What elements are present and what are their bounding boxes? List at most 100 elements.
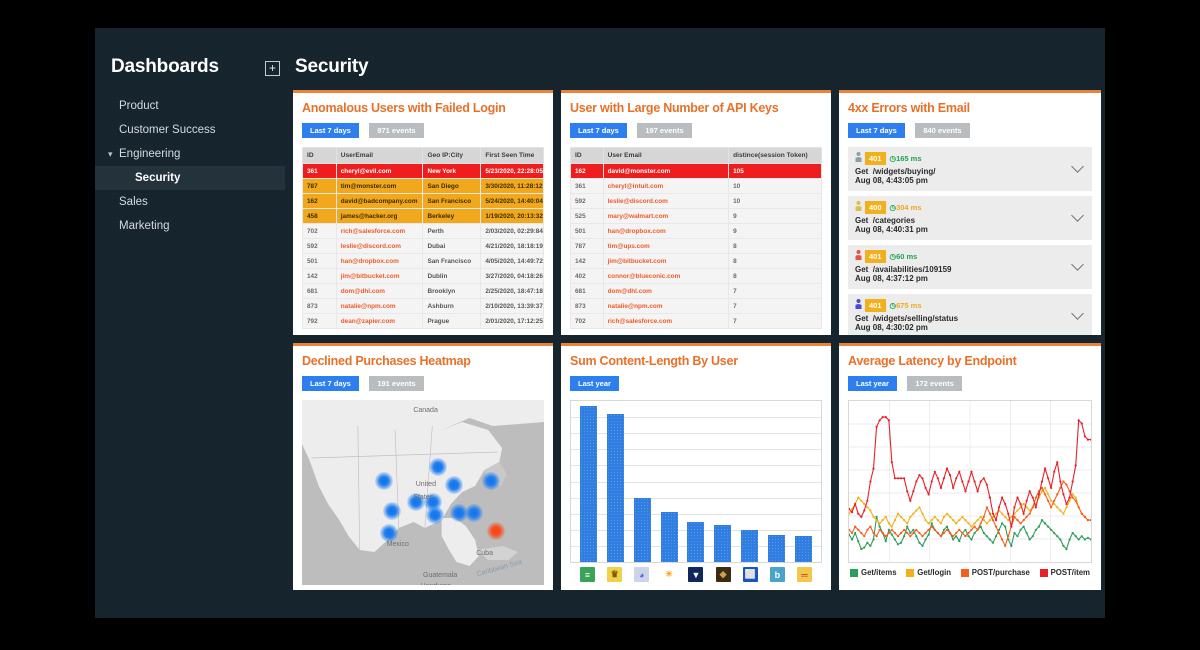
dashboard-window: Dashboards Product Customer Success ▾ Engin… xyxy=(95,28,1105,618)
table-row[interactable]: 681 dom@dhl.com Brooklyn 2/25/2020, 18:47:1… xyxy=(302,283,544,299)
bar[interactable] xyxy=(794,536,812,562)
cell-id: 681 xyxy=(570,283,604,299)
visa-icon[interactable]: ═ xyxy=(796,567,812,582)
user-avatar-icon xyxy=(855,299,862,312)
table-row[interactable]: 702 rich@salesforce.com 7 xyxy=(570,313,822,329)
chevron-down-icon[interactable]: ▾ xyxy=(108,148,113,160)
time-range-badge[interactable]: Last year xyxy=(570,376,619,392)
add-dashboard-icon[interactable]: + xyxy=(265,61,280,76)
sidebar-item-customer-success[interactable]: Customer Success xyxy=(95,118,285,142)
sidebar-item-marketing[interactable]: Marketing xyxy=(95,214,285,238)
event-count-badge: 172 events xyxy=(907,376,962,392)
error-list-item[interactable]: 401 ◷165 ms Get /widgets/buying/Aug 08, 4:… xyxy=(848,147,1092,191)
column-header[interactable]: ID xyxy=(302,147,337,164)
legend-label: Get/login xyxy=(917,568,952,577)
heatmap-point xyxy=(426,505,445,524)
table-row[interactable]: 142 jim@bitbucket.com Dublin 3/27/2020, 04:… xyxy=(302,268,544,284)
legend-item[interactable]: POST/item xyxy=(1039,568,1090,577)
table-row[interactable]: 592 leslie@discord.com 10 xyxy=(570,193,822,209)
table-row[interactable]: 142 jim@bitbucket.com 8 xyxy=(570,253,822,269)
bar[interactable] xyxy=(741,529,759,562)
latency-value: 675 ms xyxy=(896,301,922,310)
panel-title: User with Large Number of API Keys xyxy=(570,101,779,115)
confluence-icon[interactable]: ♛ xyxy=(607,567,623,582)
event-count-badge: 197 events xyxy=(637,123,692,139)
panel-title: Sum Content-Length By User xyxy=(570,354,738,368)
time-range-badge[interactable]: Last 7 days xyxy=(302,123,359,139)
time-range-badge[interactable]: Last 7 days xyxy=(570,123,627,139)
table-row[interactable]: 873 natalie@npm.com 7 xyxy=(570,298,822,314)
bar[interactable] xyxy=(579,405,597,562)
cell-count: 105 xyxy=(728,163,822,179)
table-row[interactable]: 501 han@dropbox.com 9 xyxy=(570,223,822,239)
column-header[interactable]: Geo IP:City xyxy=(422,147,482,164)
column-header[interactable]: distince(session Token) xyxy=(728,147,822,164)
column-header[interactable]: First Seen Time xyxy=(480,147,544,164)
error-list-item[interactable]: 401 ◷675 ms Get /widgets/selling/status Aug… xyxy=(848,294,1092,335)
error-list-item[interactable]: 401 ◷60 ms Get /availabilities/109159 Aug 0… xyxy=(848,245,1092,289)
api-keys-table: ID User Email distince(session Token) 162 d… xyxy=(570,147,822,329)
sidebar-item-product[interactable]: Product xyxy=(95,94,285,118)
panel-average-latency: Average Latency by Endpoint Last year 17… xyxy=(839,343,1101,590)
legend-item[interactable]: POST/purchase xyxy=(960,568,1030,577)
bar[interactable] xyxy=(768,534,786,562)
cell-id: 592 xyxy=(570,193,604,209)
bing-icon[interactable]: b xyxy=(769,567,785,582)
sidebar-item-engineering[interactable]: ▾ Engineering xyxy=(95,142,285,166)
time-range-badge[interactable]: Last year xyxy=(848,376,897,392)
table-row[interactable]: 873 natalie@npm.com Ashburn 2/10/2020, 13:3… xyxy=(302,298,544,314)
bar[interactable] xyxy=(660,512,678,562)
time-range-badge[interactable]: Last 7 days xyxy=(302,376,359,392)
table-row[interactable]: 681 dom@dhl.com 7 xyxy=(570,283,822,299)
legend-item[interactable]: Get/items xyxy=(850,568,897,577)
time-range-badge[interactable]: Last 7 days xyxy=(848,123,905,139)
table-row[interactable]: 162 david@badcompany.com San Francisco 5/24… xyxy=(302,193,544,209)
dropbox-icon[interactable]: ▼ xyxy=(688,567,704,582)
table-row[interactable]: 592 leslie@discord.com Dubai 4/21/2020, 18:… xyxy=(302,238,544,254)
panel-title: Anomalous Users with Failed Login xyxy=(302,101,506,115)
bar-chart-bars xyxy=(575,401,817,562)
error-list-item[interactable]: 400 ◷304 ms Get /categories Aug 08, 4:40:31… xyxy=(848,196,1092,240)
table-row[interactable]: 787 tim@ups.com 8 xyxy=(570,238,822,254)
bar[interactable] xyxy=(606,413,624,562)
table-row[interactable]: 458 james@hacker.org Berkeley 1/19/2020, 20… xyxy=(302,208,544,224)
bar[interactable] xyxy=(714,524,732,562)
column-header[interactable]: User Email xyxy=(602,147,730,164)
bar[interactable] xyxy=(633,497,651,562)
cell-email: mary@walmart.com xyxy=(602,208,730,224)
slack-icon[interactable]: ≡ xyxy=(580,567,596,582)
table-row[interactable]: 361 cheryl@evil.com New York 5/23/2020, 22:… xyxy=(302,163,544,179)
column-header[interactable]: ID xyxy=(570,147,604,164)
cell-id: 525 xyxy=(570,208,604,224)
cell-city: Dubai xyxy=(422,238,482,254)
cell-count: 8 xyxy=(728,253,822,269)
table-row[interactable]: 361 cheryl@intuit.com 10 xyxy=(570,178,822,194)
panel-declined-purchases-heatmap: Declined Purchases Heatmap Last 7 days 1… xyxy=(293,343,553,590)
sidebar-item-security[interactable]: Security xyxy=(95,166,285,190)
event-count-badge: 191 events xyxy=(369,376,424,392)
panel-badges: Last year xyxy=(570,375,822,393)
table-row[interactable]: 702 rich@salesforce.com Perth 2/03/2020, 02… xyxy=(302,223,544,239)
cell-count: 8 xyxy=(728,268,822,284)
table-row[interactable]: 402 connor@blueconic.com 8 xyxy=(570,268,822,284)
sidebar-item-label: Product xyxy=(119,100,159,112)
walmart-icon[interactable]: ☀ xyxy=(661,567,677,582)
cell-id: 162 xyxy=(302,193,337,209)
ups-icon[interactable]: ◆ xyxy=(715,567,731,582)
discord-icon[interactable]: ◕ xyxy=(634,567,650,582)
table-row[interactable]: 162 david@monster.com 105 xyxy=(570,163,822,179)
cell-id: 361 xyxy=(302,163,337,179)
table-row[interactable]: 787 tim@monster.com San Diego 3/30/2020, 11… xyxy=(302,178,544,194)
user-avatar-icon xyxy=(855,250,862,263)
panel-4xx-errors: 4xx Errors with Email Last 7 days 840 ev… xyxy=(839,90,1101,335)
table-row[interactable]: 501 han@dropbox.com San Francisco 4/05/2020… xyxy=(302,253,544,269)
sidebar-item-sales[interactable]: Sales xyxy=(95,190,285,214)
table-row[interactable]: 792 dean@zapier.com Prague 2/01/2020, 17:12… xyxy=(302,313,544,329)
heatmap-map[interactable]: Canada United States Mexico Cuba Guatemala Car… xyxy=(302,400,544,585)
table-row[interactable]: 525 mary@walmart.com 9 xyxy=(570,208,822,224)
legend-item[interactable]: Get/login xyxy=(906,568,951,577)
column-header[interactable]: UserEmail xyxy=(335,147,424,164)
latency-value: 165 ms xyxy=(896,154,922,163)
bitbucket-icon[interactable]: ⬜ xyxy=(742,567,758,582)
bar[interactable] xyxy=(687,521,705,562)
